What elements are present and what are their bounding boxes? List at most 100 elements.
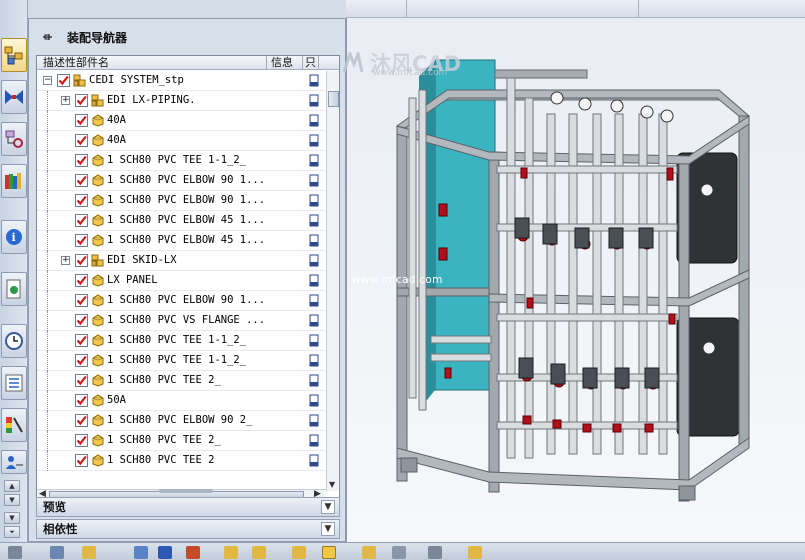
- clock-history-tab[interactable]: [1, 324, 27, 358]
- tool-icon[interactable]: [322, 546, 336, 559]
- tool-icon[interactable]: [224, 546, 238, 559]
- tree-row[interactable]: 1 SCH80 PVC TEE 2_: [37, 431, 325, 451]
- preview-section[interactable]: 预览 ▼: [36, 497, 340, 517]
- tree-row[interactable]: 1 SCH80 PVC TEE 2: [37, 451, 325, 471]
- visibility-checkbox[interactable]: [75, 354, 88, 367]
- visibility-checkbox[interactable]: [75, 314, 88, 327]
- visibility-checkbox[interactable]: [75, 274, 88, 287]
- column-header-readonly[interactable]: 只: [303, 56, 319, 70]
- tree-row[interactable]: 1 SCH80 PVC ELBOW 45 1...: [37, 211, 325, 231]
- tool-icon[interactable]: [50, 546, 64, 559]
- tree-row[interactable]: 1 SCH80 PVC VS FLANGE ...: [37, 311, 325, 331]
- scroll-down-arrow[interactable]: ▼: [329, 480, 335, 489]
- chevron-down-icon[interactable]: ▼: [321, 500, 335, 514]
- part-icon: [92, 434, 104, 447]
- tool-icon[interactable]: [8, 546, 22, 559]
- readonly-status-icon: [309, 254, 319, 267]
- part-name: 1 SCH80 PVC ELBOW 90 1...: [107, 174, 266, 186]
- tree-row[interactable]: 1 SCH80 PVC TEE 1-1_2_: [37, 151, 325, 171]
- tool-icon[interactable]: [158, 546, 172, 559]
- system-materials-tab[interactable]: [1, 366, 27, 400]
- frame-post-left: [396, 125, 408, 482]
- tree-connector: [47, 291, 48, 311]
- visibility-checkbox[interactable]: [75, 374, 88, 387]
- tree-row[interactable]: 1 SCH80 PVC ELBOW 45 1...: [37, 231, 325, 251]
- tree-vertical-scrollbar[interactable]: ▼: [326, 71, 339, 491]
- scroll-down-button[interactable]: ▼: [4, 494, 20, 506]
- tool-icon[interactable]: [134, 546, 148, 559]
- foot: [400, 457, 418, 473]
- expand-icon[interactable]: +: [61, 96, 70, 105]
- watermark-text: www.mfcad.com: [352, 274, 443, 286]
- tool-icon[interactable]: [362, 546, 376, 559]
- tree-connector: [47, 111, 48, 131]
- collapse-icon[interactable]: −: [43, 76, 52, 85]
- dependency-section-title: 相依性: [43, 522, 78, 536]
- visibility-checkbox[interactable]: [75, 114, 88, 127]
- column-header-info[interactable]: 信息: [267, 56, 303, 70]
- frame-post-mid: [488, 151, 500, 493]
- tree-row[interactable]: 1 SCH80 PVC ELBOW 90 1...: [37, 191, 325, 211]
- tree-connector: [47, 411, 48, 431]
- tool-icon[interactable]: [252, 546, 266, 559]
- panel-splitter[interactable]: [159, 489, 213, 493]
- scroll-up-button[interactable]: ▲: [4, 480, 20, 492]
- part-navigator-tab[interactable]: [1, 122, 27, 156]
- scroll-down-more-button[interactable]: ▼: [4, 512, 20, 524]
- visibility-checkbox[interactable]: [57, 74, 70, 87]
- tree-row[interactable]: + EDI LX-PIPING.: [37, 91, 325, 111]
- tree-row[interactable]: 1 SCH80 PVC TEE 1-1_2_: [37, 351, 325, 371]
- part-name: 1 SCH80 PVC TEE 2: [107, 454, 215, 466]
- tree-row[interactable]: 1 SCH80 PVC TEE 1-1_2_: [37, 331, 325, 351]
- dependency-section[interactable]: 相依性 ▼: [36, 519, 340, 539]
- tree-row[interactable]: 1 SCH80 PVC ELBOW 90 1...: [37, 171, 325, 191]
- visibility-checkbox[interactable]: [75, 134, 88, 147]
- constraint-navigator-tab[interactable]: [1, 80, 27, 114]
- visibility-checkbox[interactable]: [75, 434, 88, 447]
- tree-row[interactable]: 1 SCH80 PVC ELBOW 90 2_: [37, 411, 325, 431]
- visibility-checkbox[interactable]: [75, 414, 88, 427]
- roles-tab[interactable]: [1, 450, 27, 474]
- visibility-checkbox[interactable]: [75, 214, 88, 227]
- visibility-checkbox[interactable]: [75, 94, 88, 107]
- visibility-checkbox[interactable]: [75, 454, 88, 467]
- tree-connector: [47, 391, 48, 411]
- strip-divider: [406, 0, 407, 18]
- tree-row[interactable]: + EDI SKID-LX: [37, 251, 325, 271]
- tool-icon[interactable]: [186, 546, 200, 559]
- visibility-checkbox[interactable]: [75, 254, 88, 267]
- tree-row[interactable]: 40A: [37, 131, 325, 151]
- tree-row[interactable]: 1 SCH80 PVC TEE 2_: [37, 371, 325, 391]
- scroll-end-button[interactable]: ⏷: [4, 526, 20, 538]
- tree-row[interactable]: − CEDI SYSTEM_stp: [37, 71, 325, 91]
- history-tab[interactable]: [1, 272, 27, 306]
- part-name: 1 SCH80 PVC TEE 1-1_2_: [107, 334, 247, 346]
- visibility-checkbox[interactable]: [75, 294, 88, 307]
- palette-tab[interactable]: [1, 408, 27, 442]
- tree-row[interactable]: 40A: [37, 111, 325, 131]
- tree-row[interactable]: 1 SCH80 PVC ELBOW 90 1...: [37, 291, 325, 311]
- tree-row[interactable]: LX PANEL: [37, 271, 325, 291]
- visibility-checkbox[interactable]: [75, 154, 88, 167]
- assembly-navigator-tab[interactable]: [1, 38, 27, 72]
- part-name: 1 SCH80 PVC ELBOW 90 1...: [107, 194, 266, 206]
- chevron-down-icon[interactable]: ▼: [321, 522, 335, 536]
- tool-icon[interactable]: [428, 546, 442, 559]
- reuse-library-tab[interactable]: [1, 164, 27, 198]
- visibility-checkbox[interactable]: [75, 234, 88, 247]
- tree-row[interactable]: 50A: [37, 391, 325, 411]
- column-header-name[interactable]: 描述性部件名: [37, 56, 267, 70]
- scrollbar-thumb[interactable]: [328, 91, 339, 107]
- visibility-checkbox[interactable]: [75, 334, 88, 347]
- tool-icon[interactable]: [292, 546, 306, 559]
- visibility-checkbox[interactable]: [75, 174, 88, 187]
- pin-icon[interactable]: [41, 31, 53, 43]
- tree-rows: − CEDI SYSTEM_stp + EDI LX-PIPING. 40A 40A 1 S…: [37, 71, 325, 489]
- web-browser-tab[interactable]: i: [1, 220, 27, 254]
- visibility-checkbox[interactable]: [75, 394, 88, 407]
- tool-icon[interactable]: [82, 546, 96, 559]
- tool-icon[interactable]: [468, 546, 482, 559]
- expand-icon[interactable]: +: [61, 256, 70, 265]
- tool-icon[interactable]: [392, 546, 406, 559]
- visibility-checkbox[interactable]: [75, 194, 88, 207]
